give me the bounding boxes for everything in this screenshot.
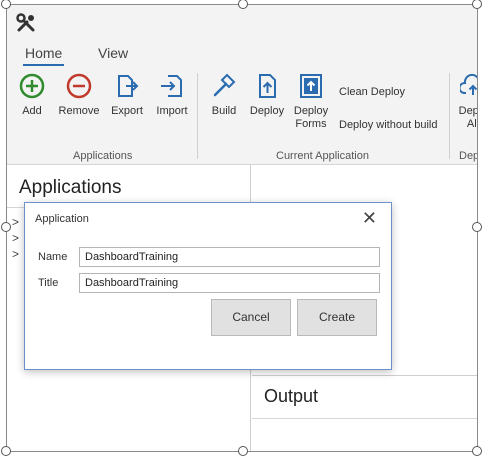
applications-panel-title: Applications: [19, 177, 122, 198]
deploy-all-icon: [460, 73, 477, 95]
export-button[interactable]: Export: [107, 73, 147, 118]
export-icon: [118, 75, 139, 97]
current-application-group-label: Current Application: [276, 150, 369, 162]
expand-chevron-icon[interactable]: >: [12, 215, 19, 229]
wrench-icon[interactable]: [16, 13, 36, 33]
name-label: Name: [38, 251, 68, 263]
expand-chevron-icon[interactable]: >: [12, 247, 19, 261]
clean-deploy-button[interactable]: Clean Deploy: [339, 86, 405, 98]
deploy-all-label-line1: Deplo: [458, 105, 477, 117]
import-button[interactable]: Import: [152, 73, 192, 118]
add-circle-icon: [19, 73, 45, 99]
resize-handle[interactable]: [472, 222, 482, 232]
group-separator: [197, 73, 198, 159]
cancel-button[interactable]: Cancel: [211, 299, 291, 336]
resize-handle[interactable]: [1, 222, 11, 232]
group-separator: [449, 73, 450, 159]
name-input[interactable]: DashboardTraining: [79, 247, 380, 267]
applications-group-label: Applications: [73, 150, 133, 162]
deploy-forms-icon: [300, 74, 322, 98]
tab-home[interactable]: Home: [22, 45, 65, 66]
close-icon[interactable]: ✕: [362, 208, 377, 229]
output-panel-title: Output: [264, 386, 319, 406]
application-dialog: Application ✕ Name DashboardTraining Tit…: [24, 202, 392, 370]
import-label: Import: [156, 105, 188, 117]
build-button[interactable]: Build: [209, 73, 239, 118]
build-label: Build: [211, 105, 237, 117]
title-bar: [7, 5, 477, 39]
deploy-button[interactable]: Deploy: [247, 73, 287, 118]
title-label: Title: [38, 277, 59, 289]
create-button[interactable]: Create: [297, 299, 377, 336]
deploy-forms-button[interactable]: Deploy Forms: [291, 73, 331, 131]
dialog-title: Application: [35, 213, 89, 225]
add-label: Add: [22, 105, 42, 117]
expand-chevron-icon[interactable]: >: [12, 231, 19, 245]
export-label: Export: [111, 105, 143, 117]
deploy-without-build-button[interactable]: Deploy without build: [339, 119, 437, 131]
deploy-all-label-line2: All: [466, 118, 478, 130]
add-button[interactable]: Add: [15, 73, 49, 118]
deploy-forms-label-line1: Deploy: [293, 105, 329, 117]
deploy-all-group-label: Depl: [459, 150, 477, 162]
deploy-forms-label-line2: Forms: [295, 118, 327, 130]
ribbon: Add Remove Export Import Applications Bu…: [7, 67, 477, 165]
deploy-icon: [259, 74, 276, 98]
hammer-icon: [213, 73, 236, 97]
remove-label: Remove: [58, 105, 100, 117]
import-icon: [161, 75, 182, 97]
resize-handle[interactable]: [472, 0, 482, 9]
remove-circle-icon: [66, 73, 92, 99]
divider: [252, 418, 477, 419]
deploy-label: Deploy: [249, 105, 285, 117]
output-panel: Output: [252, 375, 477, 451]
deploy-all-button[interactable]: Deplo All: [455, 73, 478, 131]
ribbon-tabs: Home View: [7, 39, 477, 67]
title-input[interactable]: DashboardTraining: [79, 273, 380, 293]
tab-view[interactable]: View: [98, 45, 128, 61]
remove-button[interactable]: Remove: [57, 73, 101, 118]
